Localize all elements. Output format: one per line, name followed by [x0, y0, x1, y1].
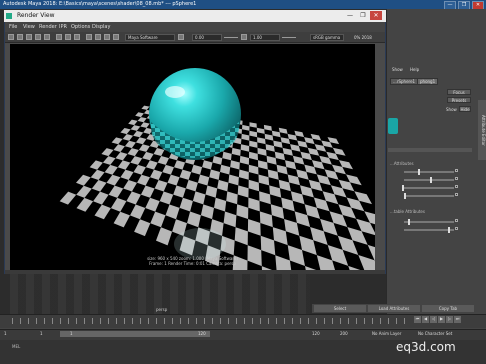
attr-slider[interactable]	[404, 221, 454, 223]
range-start-label: 1	[70, 331, 73, 336]
rendered-image[interactable]	[10, 44, 375, 270]
range-slider[interactable]	[60, 331, 210, 337]
render-icon[interactable]	[8, 34, 14, 40]
attr-slider[interactable]	[404, 179, 454, 181]
attr-menu-show[interactable]: Show	[392, 67, 403, 72]
region-icon[interactable]	[35, 34, 41, 40]
rv-maximize-button[interactable]: ❐	[357, 11, 369, 20]
sphere-highlight	[165, 86, 185, 98]
render-view-title: Render View	[4, 10, 386, 22]
exposure-icon	[178, 34, 184, 40]
menu-view[interactable]: View	[23, 22, 35, 32]
attr-slider-handle[interactable]	[418, 169, 420, 175]
zoom-readout: 0% 2018	[354, 35, 372, 40]
attribute-editor-panel	[386, 9, 486, 327]
rgb-icon[interactable]	[56, 34, 62, 40]
exposure-field[interactable]: 0.00	[192, 34, 222, 41]
section-header[interactable]	[388, 148, 472, 152]
color-mode-dropdown[interactable]: sRGB gamma	[310, 34, 344, 41]
display-icon[interactable]	[86, 34, 92, 40]
anim-layer-dropdown[interactable]: No Anim Layer	[372, 331, 401, 336]
attr-slider[interactable]	[404, 229, 454, 231]
ipr-icon[interactable]	[17, 34, 23, 40]
go-start-icon[interactable]: ⏮	[414, 316, 421, 323]
frame-icon[interactable]	[104, 34, 110, 40]
attr-slider[interactable]	[404, 187, 454, 189]
attr-slider[interactable]	[404, 171, 454, 173]
step-forward-icon[interactable]: ▷	[446, 316, 453, 323]
watermark: eq3d.com	[396, 340, 456, 354]
attr-map-button[interactable]	[455, 219, 458, 222]
exposure-slider[interactable]	[224, 37, 238, 38]
playback-controls: ⏮ ◀ ◁ ▶ ▷ ⏭	[414, 316, 480, 324]
gamma-slider[interactable]	[282, 37, 296, 38]
step-back-icon[interactable]: ◀	[422, 316, 429, 323]
gamma-field[interactable]: 1.00	[250, 34, 280, 41]
attribute-editor-side-tab[interactable]: Attribute Editor	[478, 100, 486, 160]
attr-slider[interactable]	[404, 195, 454, 197]
scale-icon[interactable]	[95, 34, 101, 40]
hide-button[interactable]: Hide	[459, 106, 471, 112]
section-attributes-label: ...Attributes	[390, 161, 414, 166]
viewport-camera-label: persp	[156, 307, 168, 312]
attr-slider-handle[interactable]	[408, 219, 410, 225]
rv-close-button[interactable]: ✕	[370, 11, 382, 20]
menu-display[interactable]: Display	[92, 22, 110, 32]
material-swatch	[388, 118, 398, 134]
gamma-icon	[241, 34, 247, 40]
section-table-attributes-label: ...table Attributes	[390, 209, 425, 214]
maya-window-controls: — ❐ ✕	[444, 0, 484, 10]
history-icon[interactable]	[113, 34, 119, 40]
play-icon[interactable]: ▶	[438, 316, 445, 323]
load-attributes-button[interactable]: Load Attributes	[368, 305, 420, 312]
attr-slider-handle[interactable]	[430, 177, 432, 183]
max-frame-field[interactable]: 200	[340, 331, 348, 336]
play-back-icon[interactable]: ◁	[430, 316, 437, 323]
character-set-dropdown[interactable]: No Character Set	[418, 331, 452, 336]
start-frame-field[interactable]: 1	[4, 331, 7, 336]
renderer-dropdown[interactable]: Maya Software	[125, 34, 175, 41]
tab-phong1[interactable]: phong1	[417, 78, 439, 85]
attr-map-button[interactable]	[455, 169, 458, 172]
render-view-status-bar	[5, 270, 385, 274]
attr-map-button[interactable]	[455, 177, 458, 180]
time-slider-ticks	[12, 318, 412, 324]
show-label[interactable]: Show	[446, 107, 457, 112]
render-info-caption: size: 960 x 540 zoom: 1.000 (Maya Softwa…	[10, 256, 375, 266]
attr-slider-handle[interactable]	[448, 227, 450, 233]
end-frame-field[interactable]: 120	[312, 331, 320, 336]
maya-title-bar: Autodesk Maya 2018: E:\Basics\maya\scene…	[0, 0, 486, 9]
menu-file[interactable]: File	[9, 22, 17, 32]
alpha-icon[interactable]	[65, 34, 71, 40]
menu-options[interactable]: Options	[71, 22, 90, 32]
render-view-window-controls: — ❐ ✕	[344, 11, 382, 20]
zoom-1to1-icon[interactable]	[74, 34, 80, 40]
attr-slider-handle[interactable]	[402, 185, 404, 191]
focus-button[interactable]: Focus	[447, 89, 471, 95]
attr-map-button[interactable]	[455, 193, 458, 196]
render-view-icon	[6, 13, 12, 19]
attr-map-button[interactable]	[455, 227, 458, 230]
render-scene	[10, 44, 375, 270]
keep-image-icon[interactable]	[44, 34, 50, 40]
attr-map-button[interactable]	[455, 185, 458, 188]
mel-label: MEL	[12, 344, 21, 349]
menu-ipr[interactable]: IPR	[59, 22, 67, 32]
presets-button[interactable]: Presets	[447, 97, 471, 103]
select-button[interactable]: Select	[314, 305, 366, 312]
copy-tab-button[interactable]: Copy Tab	[422, 305, 474, 312]
attr-slider-handle[interactable]	[404, 193, 406, 199]
snapshot-icon[interactable]	[26, 34, 32, 40]
go-end-icon[interactable]: ⏭	[454, 316, 461, 323]
render-info-line2: Frame: 1 Render Time: 0:01 Camera: persp	[149, 261, 236, 266]
menu-render[interactable]: Render	[39, 22, 57, 32]
current-frame-field[interactable]: 1	[40, 331, 43, 336]
rv-minimize-button[interactable]: —	[344, 11, 356, 20]
tab-sphere[interactable]: ...rSphere1	[390, 78, 419, 85]
range-end-label: 120	[198, 331, 206, 336]
attr-menu-help[interactable]: Help	[410, 67, 419, 72]
